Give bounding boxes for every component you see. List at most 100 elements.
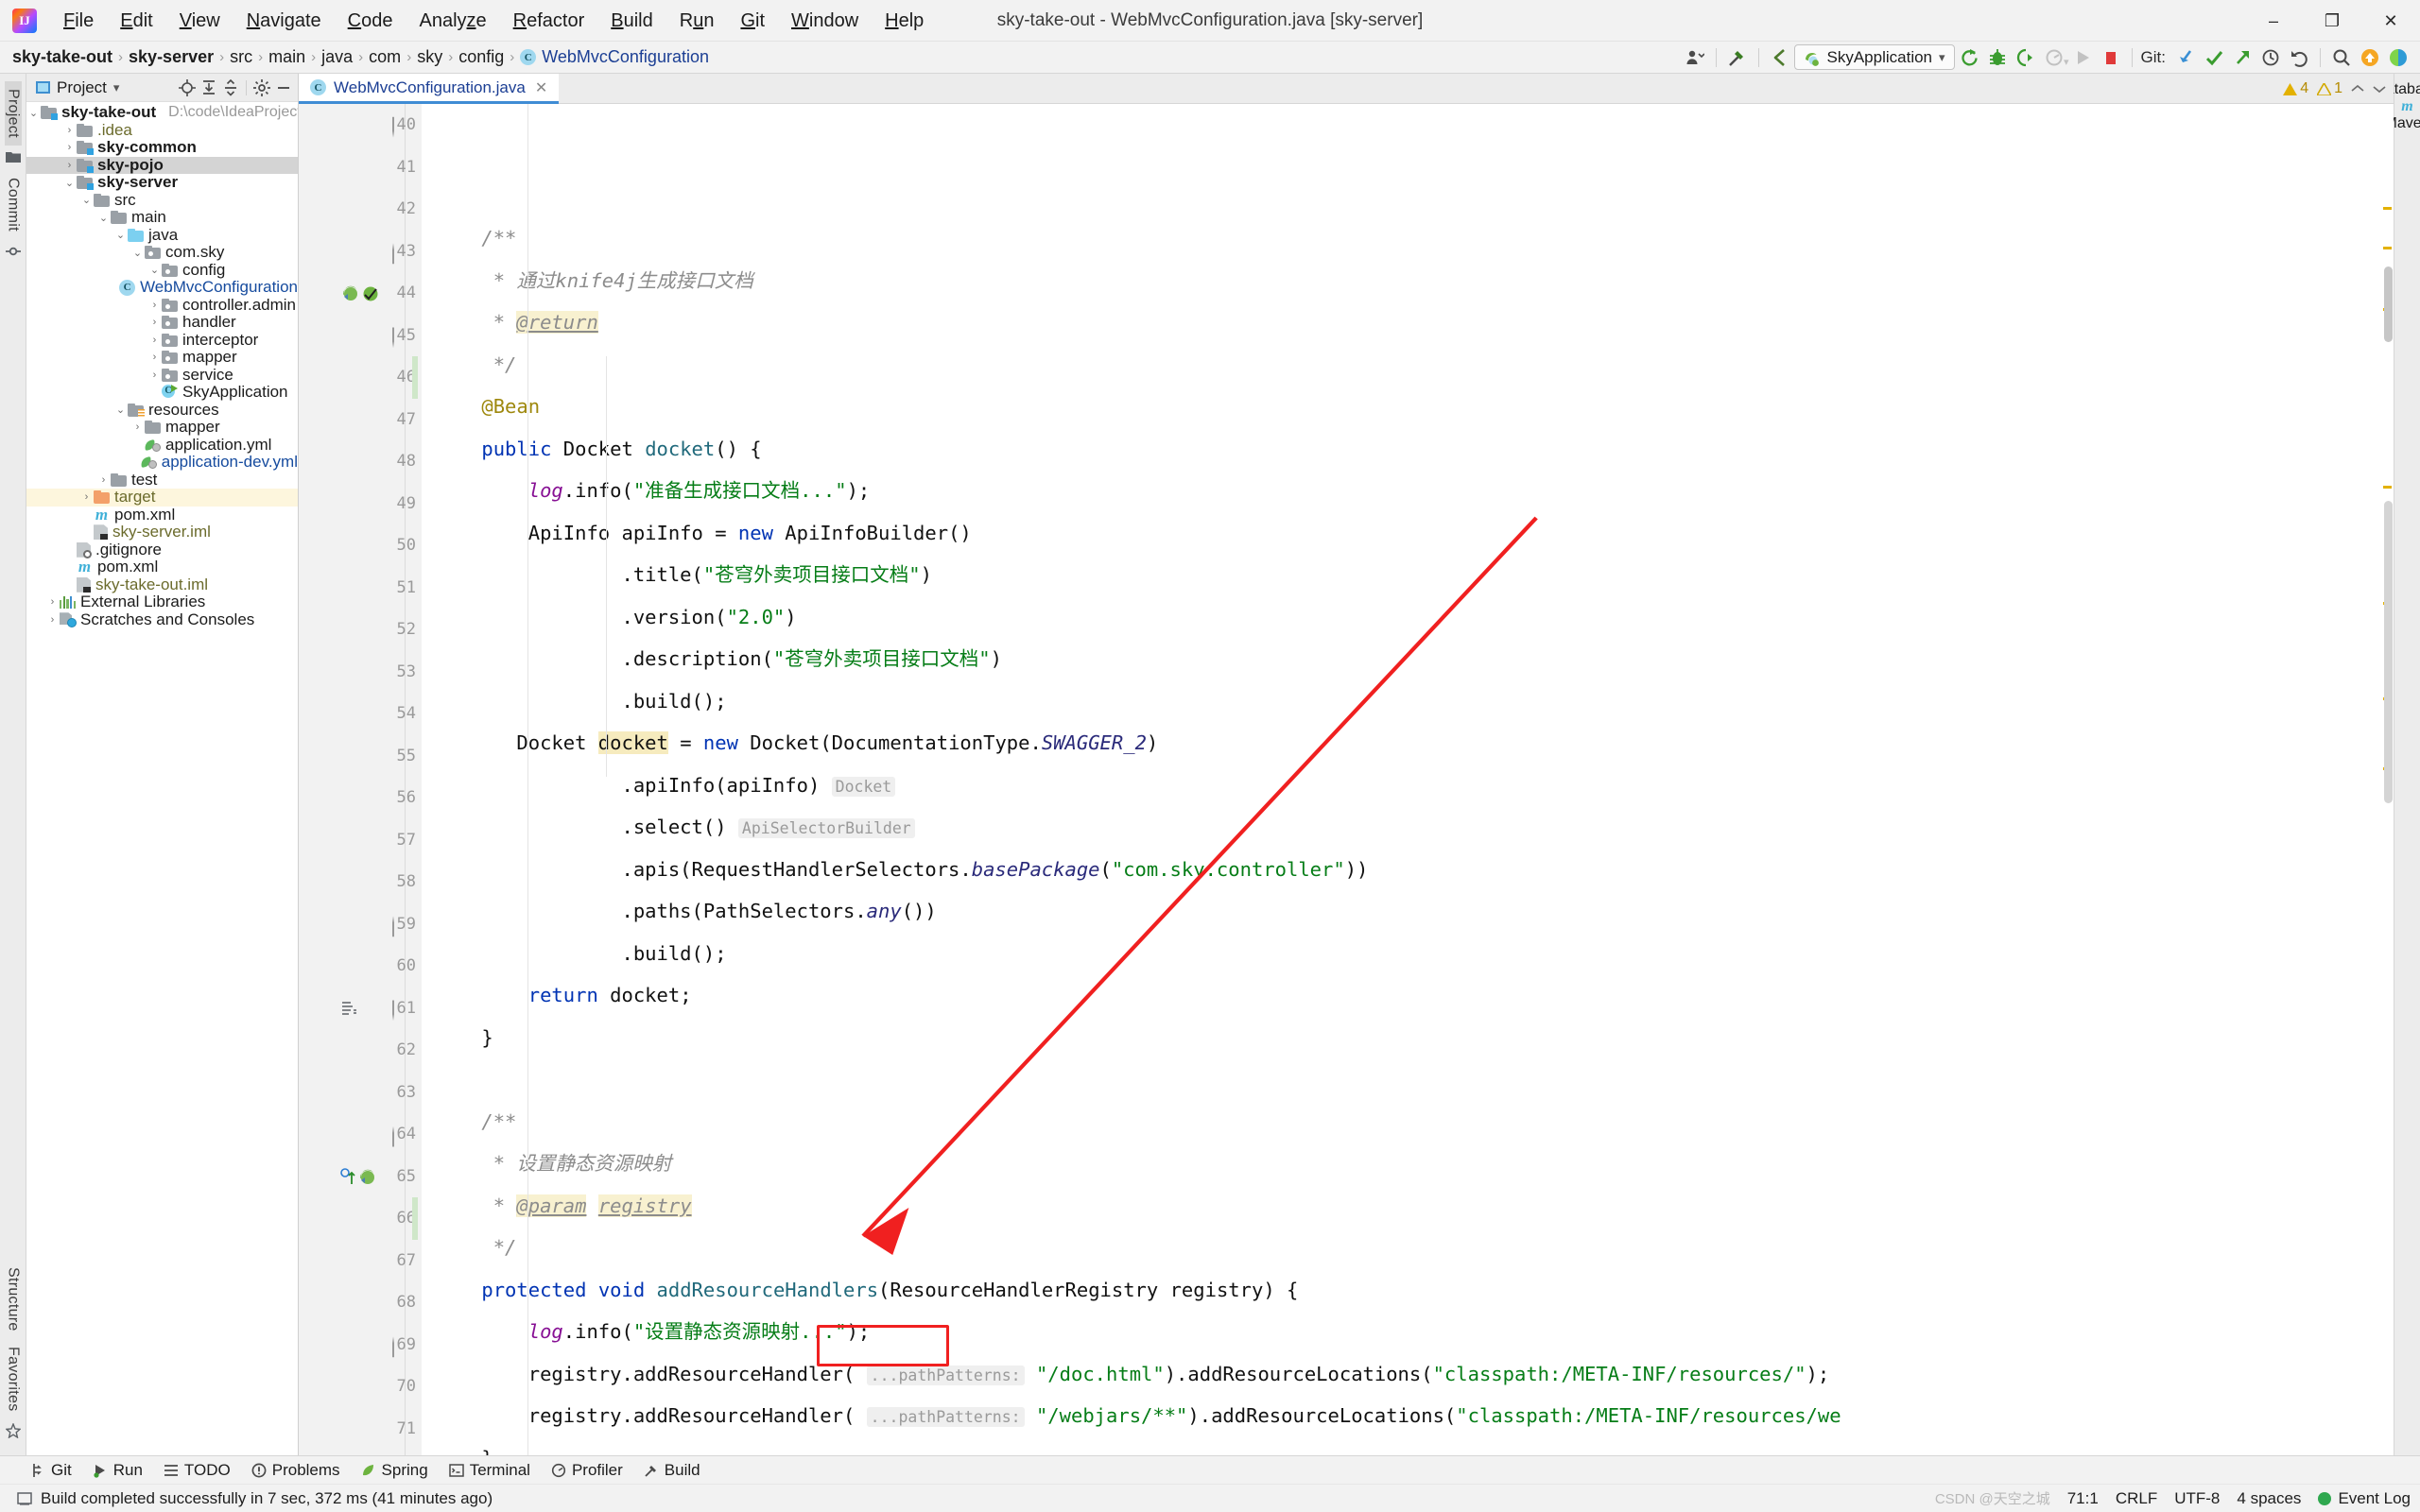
code-line-49[interactable]: .version("2.0") <box>435 596 2394 639</box>
gutter-line-70[interactable]: 70 <box>299 1366 422 1408</box>
menu-help[interactable]: Help <box>872 6 937 36</box>
bean-gutter-icon[interactable] <box>340 284 359 302</box>
code-editor[interactable]: 4041424344454647484950515253545556575859… <box>299 104 2394 1455</box>
bottom-tool-todo[interactable]: TODO <box>154 1459 240 1482</box>
tree-row-handler[interactable]: ›handler <box>26 314 298 332</box>
gutter-line-44[interactable]: 44 <box>299 272 422 315</box>
tree-row-sky-server-iml[interactable]: sky-server.iml <box>26 524 298 541</box>
line-separator[interactable]: CRLF <box>2116 1489 2157 1508</box>
gutter-line-46[interactable]: 46 <box>299 356 422 399</box>
tree-row-config[interactable]: ⌄config <box>26 262 298 280</box>
history-clock-icon[interactable] <box>2256 44 2285 71</box>
gutter-line-57[interactable]: 57 <box>299 819 422 862</box>
sidebar-item-favorites[interactable]: Favorites <box>5 1339 22 1419</box>
tree-row-scratches-and-consoles[interactable]: ›Scratches and Consoles <box>26 611 298 629</box>
tree-twisty-icon[interactable]: › <box>130 421 145 433</box>
breadcrumb[interactable]: sky-take-out › sky-server › src › main ›… <box>8 46 714 68</box>
indent-setting[interactable]: 4 spaces <box>2237 1489 2301 1508</box>
tree-row-application-yml[interactable]: application.yml <box>26 437 298 455</box>
sidebar-item-project[interactable]: Project <box>5 81 22 146</box>
menu-analyze[interactable]: Analyze <box>406 6 499 36</box>
code-line-40[interactable]: /** <box>435 217 2394 260</box>
tree-twisty-icon[interactable]: ⌄ <box>26 107 41 119</box>
tree-twisty-icon[interactable]: › <box>147 369 162 381</box>
sidebar-item-structure[interactable]: Structure <box>5 1260 22 1339</box>
chevron-down-icon[interactable] <box>2373 84 2386 94</box>
gutter-line-52[interactable]: 52 <box>299 609 422 651</box>
gutter-line-48[interactable]: 48 <box>299 440 422 483</box>
gutter-line-63[interactable]: 63 <box>299 1072 422 1114</box>
tree-row-sky-take-out[interactable]: ⌄sky-take-outD:\code\IdeaProjects\sky-ta… <box>26 104 298 122</box>
gutter-line-55[interactable]: 55 <box>299 735 422 778</box>
close-icon[interactable]: ✕ <box>533 78 549 97</box>
file-encoding[interactable]: UTF-8 <box>2174 1489 2220 1508</box>
tree-twisty-icon[interactable]: › <box>45 596 60 608</box>
tree-twisty-icon[interactable]: › <box>147 317 162 328</box>
search-magnifier-icon[interactable] <box>2327 44 2356 71</box>
code-line-51[interactable]: .build(); <box>435 680 2394 723</box>
tree-row-skyapplication[interactable]: CSkyApplication <box>26 384 298 402</box>
menu-edit[interactable]: Edit <box>107 6 165 36</box>
tree-row-sky-server[interactable]: ⌄sky-server <box>26 174 298 192</box>
run-coverage-icon[interactable] <box>2012 44 2040 71</box>
chevron-down-icon[interactable]: ▾ <box>113 80 120 95</box>
breadcrumb-item-4[interactable]: java <box>317 46 357 68</box>
gutter-line-41[interactable]: 41 <box>299 146 422 189</box>
tree-row-mapper[interactable]: ›mapper <box>26 349 298 367</box>
collapse-all-icon[interactable] <box>220 77 241 99</box>
back-arrow-icon[interactable] <box>1766 44 1794 71</box>
gutter-line-65[interactable]: 65 <box>299 1156 422 1198</box>
code-line-69[interactable]: } <box>435 1437 2394 1456</box>
tree-row-pom-xml[interactable]: mpom.xml <box>26 558 298 576</box>
code-line-58[interactable]: return docket; <box>435 974 2394 1017</box>
tree-twisty-icon[interactable]: › <box>147 335 162 346</box>
gutter-line-69[interactable]: 69 <box>299 1324 422 1366</box>
tree-row--idea[interactable]: ›.idea <box>26 122 298 140</box>
tree-row-test[interactable]: ›test <box>26 472 298 490</box>
tree-row-sky-take-out-iml[interactable]: sky-take-out.iml <box>26 576 298 594</box>
close-button[interactable]: ✕ <box>2361 0 2420 42</box>
maximize-button[interactable]: ❐ <box>2303 0 2361 42</box>
git-rollback-icon[interactable] <box>2285 44 2313 71</box>
tree-twisty-icon[interactable]: ⌄ <box>147 264 162 276</box>
window-controls[interactable]: – ❐ ✕ <box>2244 0 2420 42</box>
gutter-line-42[interactable]: 42 <box>299 188 422 231</box>
menu-bar[interactable]: File Edit View Navigate Code Analyze Ref… <box>50 6 937 36</box>
doc-comment-icon[interactable] <box>340 1000 357 1017</box>
expand-all-icon[interactable] <box>199 77 219 99</box>
code-line-68[interactable]: registry.addResourceHandler( ...pathPatt… <box>435 1395 2394 1437</box>
tree-twisty-icon[interactable]: › <box>45 614 60 626</box>
update-notification-icon[interactable] <box>2356 44 2384 71</box>
tree-row-interceptor[interactable]: ›interceptor <box>26 332 298 350</box>
tree-row-pom-xml[interactable]: mpom.xml <box>26 507 298 524</box>
gutter-line-59[interactable]: 59 <box>299 903 422 946</box>
vcs-change-marker[interactable] <box>412 356 418 399</box>
crosshair-locate-icon[interactable] <box>177 77 198 99</box>
git-update-icon[interactable] <box>2171 44 2200 71</box>
tree-twisty-icon[interactable]: › <box>62 142 77 153</box>
bottom-tool-build[interactable]: Build <box>634 1459 710 1482</box>
breadcrumb-item-3[interactable]: main <box>264 46 310 68</box>
gutter-line-58[interactable]: 58 <box>299 861 422 903</box>
gutter-line-49[interactable]: 49 <box>299 483 422 525</box>
gutter-line-64[interactable]: 64 <box>299 1113 422 1156</box>
editor-gutter[interactable]: 4041424344454647484950515253545556575859… <box>299 104 422 1455</box>
gutter-line-62[interactable]: 62 <box>299 1029 422 1072</box>
tree-twisty-icon[interactable]: › <box>96 474 111 486</box>
code-fold-start-icon[interactable] <box>392 118 406 132</box>
code-line-61[interactable]: /** <box>435 1101 2394 1143</box>
main-toolbar[interactable]: SkyApplication ▾ ▾ Git: <box>1681 44 2420 71</box>
bottom-tool-terminal[interactable]: Terminal <box>440 1459 540 1482</box>
tree-row-target[interactable]: ›target <box>26 489 298 507</box>
user-profile-icon[interactable] <box>1681 44 1709 71</box>
code-line-67[interactable]: registry.addResourceHandler( ...pathPatt… <box>435 1353 2394 1396</box>
override-gutter-icon[interactable] <box>340 1167 355 1186</box>
tree-twisty-icon[interactable]: › <box>62 160 77 171</box>
git-push-arrow-icon[interactable] <box>2228 44 2256 71</box>
code-line-60[interactable] <box>435 1058 2394 1101</box>
bookmark-star-icon[interactable] <box>6 1418 21 1446</box>
gutter-line-40[interactable]: 40 <box>299 104 422 146</box>
tree-twisty-icon[interactable]: ⌄ <box>62 177 77 189</box>
gutter-line-68[interactable]: 68 <box>299 1281 422 1324</box>
run-play-icon[interactable] <box>2068 44 2097 71</box>
